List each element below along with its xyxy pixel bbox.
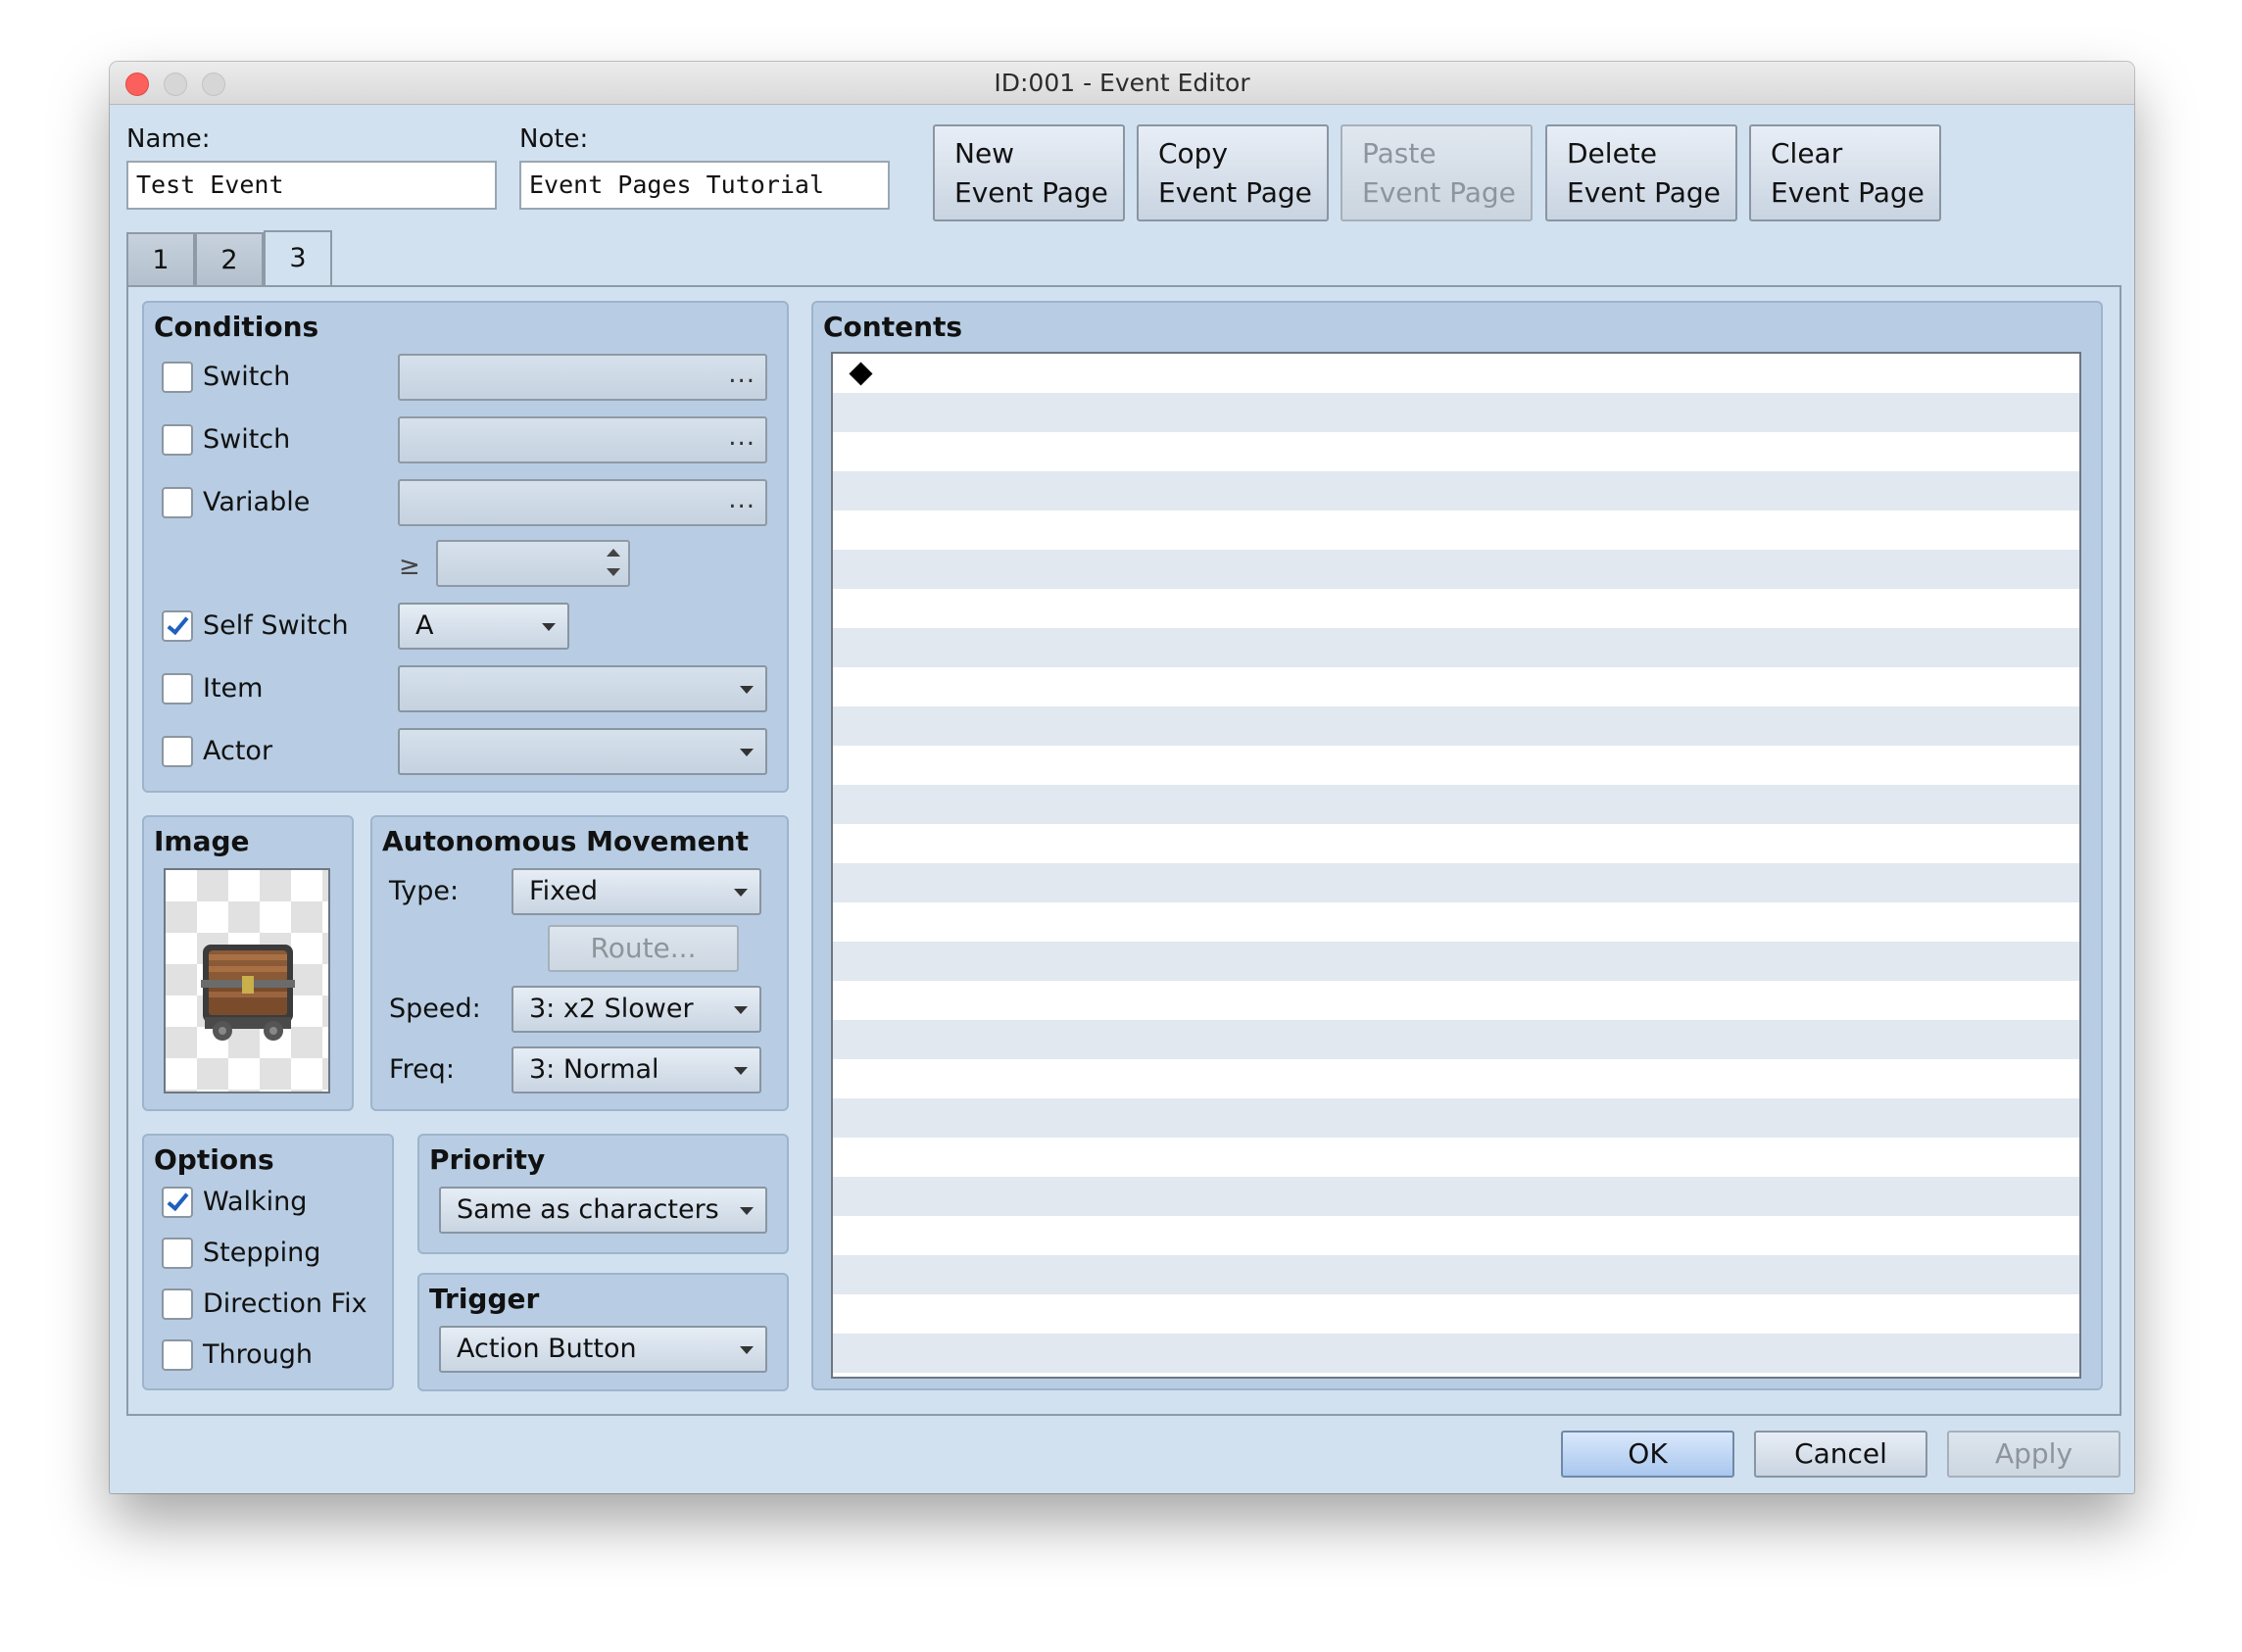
zoom-window-icon[interactable]: [202, 73, 225, 96]
self-switch-select[interactable]: A: [398, 603, 569, 650]
trigger-select[interactable]: Action Button: [439, 1326, 767, 1373]
autonomous-movement-title: Autonomous Movement: [382, 825, 749, 857]
freq-select[interactable]: 3: Normal: [512, 1046, 761, 1093]
through-label: Through: [203, 1339, 313, 1370]
event-editor-window: ID:001 - Event Editor Name: Test Event N…: [110, 62, 2134, 1493]
self-switch-label: Self Switch: [203, 610, 349, 641]
greater-equal-label: ≥: [399, 552, 420, 581]
note-field[interactable]: Event Pages Tutorial: [519, 161, 890, 210]
name-field[interactable]: Test Event: [126, 161, 497, 210]
dropdown-arrow-icon: [740, 749, 754, 756]
dropdown-arrow-icon: [740, 686, 754, 694]
variable-field[interactable]: ...: [398, 479, 767, 526]
actor-label: Actor: [203, 736, 273, 766]
freq-label: Freq:: [389, 1054, 455, 1085]
autonomous-movement-group: Autonomous Movement Type: Fixed Route...…: [370, 815, 789, 1111]
event-commands-list[interactable]: [831, 352, 2081, 1379]
trigger-value: Action Button: [457, 1334, 637, 1364]
treasure-chest-icon: [201, 945, 295, 1041]
stepping-checkbox[interactable]: [162, 1238, 193, 1269]
ok-button[interactable]: OK: [1561, 1431, 1734, 1478]
variable-label: Variable: [203, 487, 311, 517]
item-label: Item: [203, 673, 264, 704]
conditions-group: Conditions Switch ... Switch ... Variabl…: [142, 301, 789, 793]
switch2-field[interactable]: ...: [398, 416, 767, 463]
apply-button[interactable]: Apply: [1947, 1431, 2120, 1478]
tab-page-2[interactable]: 2: [195, 232, 264, 286]
dropdown-arrow-icon: [734, 1067, 748, 1075]
tab-page-1[interactable]: 1: [126, 232, 195, 286]
options-title: Options: [154, 1143, 274, 1176]
new-event-page-button[interactable]: New Event Page: [933, 124, 1125, 221]
item-checkbox[interactable]: [162, 673, 193, 705]
event-page-panel: Conditions Switch ... Switch ... Variabl…: [126, 285, 2121, 1416]
dropdown-arrow-icon: [740, 1207, 754, 1215]
through-checkbox[interactable]: [162, 1339, 193, 1371]
actor-select[interactable]: [398, 728, 767, 775]
window-title: ID:001 - Event Editor: [994, 69, 1250, 97]
direction-fix-label: Direction Fix: [203, 1288, 367, 1319]
title-bar: ID:001 - Event Editor: [110, 62, 2134, 105]
priority-title: Priority: [429, 1143, 546, 1176]
minimize-window-icon[interactable]: [164, 73, 187, 96]
direction-fix-checkbox[interactable]: [162, 1288, 193, 1320]
priority-value: Same as characters: [457, 1194, 719, 1225]
speed-select[interactable]: 3: x2 Slower: [512, 986, 761, 1033]
tab-page-3[interactable]: 3: [264, 230, 332, 287]
movement-type-label: Type:: [389, 876, 460, 906]
dropdown-arrow-icon: [542, 623, 556, 631]
freq-value: 3: Normal: [529, 1054, 659, 1085]
switch2-checkbox[interactable]: [162, 424, 193, 456]
variable-browse-button[interactable]: ...: [728, 485, 755, 514]
close-window-icon[interactable]: [125, 73, 149, 96]
self-switch-checkbox[interactable]: [162, 610, 193, 642]
speed-value: 3: x2 Slower: [529, 994, 694, 1024]
movement-type-select[interactable]: Fixed: [512, 868, 761, 915]
name-label: Name:: [126, 124, 211, 154]
clear-event-page-button[interactable]: Clear Event Page: [1749, 124, 1941, 221]
movement-type-value: Fixed: [529, 876, 598, 906]
stepper-down-icon[interactable]: [607, 568, 620, 576]
image-group: Image: [142, 815, 354, 1111]
diamond-icon[interactable]: [849, 362, 873, 386]
walking-checkbox[interactable]: [162, 1187, 193, 1218]
actor-checkbox[interactable]: [162, 736, 193, 767]
switch1-field[interactable]: ...: [398, 354, 767, 401]
stepping-label: Stepping: [203, 1238, 321, 1268]
switch2-browse-button[interactable]: ...: [728, 422, 755, 452]
walking-label: Walking: [203, 1187, 308, 1217]
paste-event-page-button[interactable]: Paste Event Page: [1340, 124, 1533, 221]
dropdown-arrow-icon: [734, 889, 748, 897]
switch2-label: Switch: [203, 424, 291, 455]
switch1-label: Switch: [203, 362, 291, 392]
conditions-title: Conditions: [154, 311, 319, 343]
trigger-group: Trigger Action Button: [417, 1273, 789, 1391]
priority-group: Priority Same as characters: [417, 1134, 789, 1254]
switch1-browse-button[interactable]: ...: [728, 360, 755, 389]
checkmark-icon: [167, 1188, 189, 1212]
route-button[interactable]: Route...: [548, 925, 739, 972]
trigger-title: Trigger: [429, 1283, 540, 1315]
options-group: Options Walking Stepping Direction Fix T…: [142, 1134, 394, 1390]
contents-group: Contents: [811, 301, 2103, 1390]
note-label: Note:: [519, 124, 589, 154]
contents-title: Contents: [823, 311, 963, 343]
variable-value-stepper[interactable]: [436, 540, 630, 587]
checkmark-icon: [167, 611, 189, 636]
self-switch-value: A: [415, 610, 434, 641]
dropdown-arrow-icon: [734, 1006, 748, 1014]
switch1-checkbox[interactable]: [162, 362, 193, 393]
speed-label: Speed:: [389, 994, 481, 1024]
cancel-button[interactable]: Cancel: [1754, 1431, 1927, 1478]
variable-checkbox[interactable]: [162, 487, 193, 518]
event-image[interactable]: [164, 868, 330, 1093]
dropdown-arrow-icon: [740, 1346, 754, 1354]
image-title: Image: [154, 825, 250, 857]
copy-event-page-button[interactable]: Copy Event Page: [1137, 124, 1329, 221]
stepper-up-icon[interactable]: [607, 549, 620, 557]
delete-event-page-button[interactable]: Delete Event Page: [1545, 124, 1737, 221]
priority-select[interactable]: Same as characters: [439, 1187, 767, 1234]
item-select[interactable]: [398, 665, 767, 712]
